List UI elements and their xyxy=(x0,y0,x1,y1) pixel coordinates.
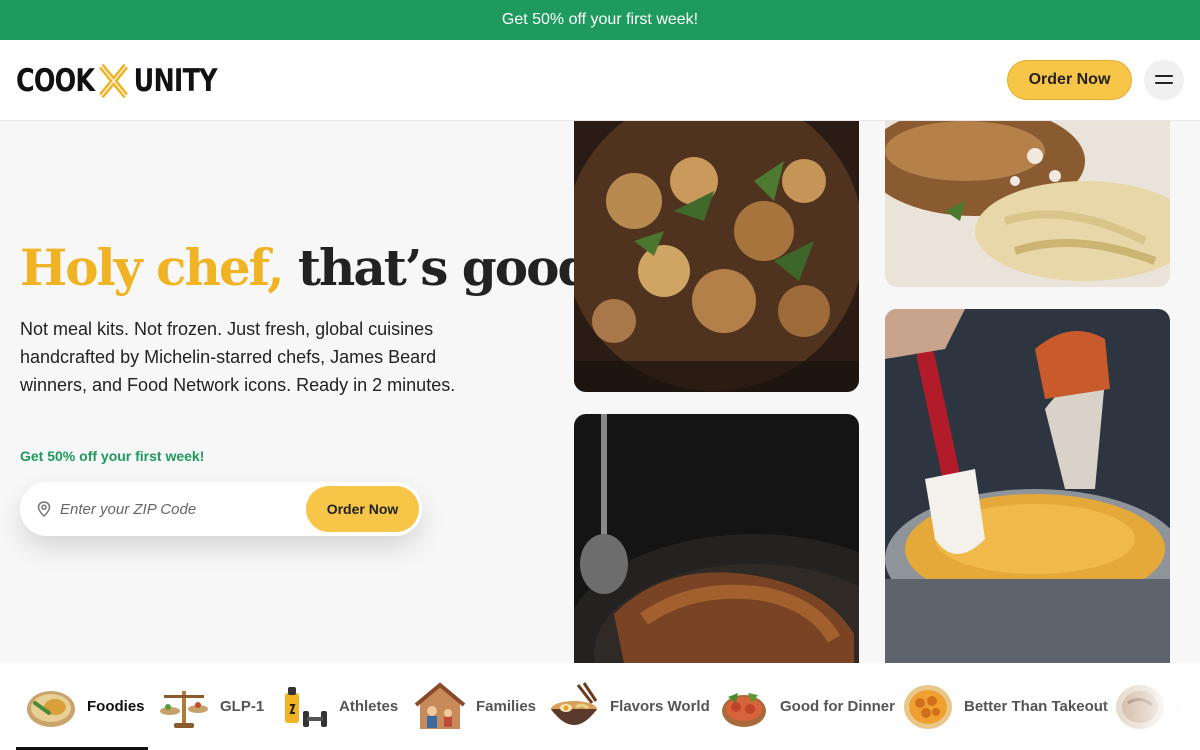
scale-balance-icon xyxy=(160,690,208,728)
category-label: Foodies xyxy=(87,698,145,715)
hero-title: Holy chef, that’s good xyxy=(20,238,593,297)
hamburger-menu-icon xyxy=(1155,75,1173,84)
food-photo-skillet-chicken xyxy=(574,414,859,663)
family-house-icon xyxy=(414,681,466,729)
category-label: Families xyxy=(476,698,537,715)
category-good-for-dinner[interactable]: Good for Dinner xyxy=(718,663,895,750)
dumbbell-drink-icon xyxy=(285,686,327,727)
category-flavors-world[interactable]: Flavors World xyxy=(548,663,710,750)
zip-order-now-button[interactable]: Order Now xyxy=(306,486,419,532)
zip-order-now-label: Order Now xyxy=(326,501,399,517)
category-foodies[interactable]: Foodies xyxy=(25,663,145,750)
zip-code-input[interactable] xyxy=(60,496,290,522)
category-label: GLP-1 xyxy=(220,698,265,715)
map-pin-icon xyxy=(37,501,51,517)
food-photo-cheese-sauce xyxy=(885,309,1170,663)
dinner-bowl-icon xyxy=(722,692,766,727)
menu-button[interactable] xyxy=(1144,60,1184,100)
category-bar: Foodies GLP-1 Athletes Families Flavors … xyxy=(0,663,1200,750)
header-order-now-label: Order Now xyxy=(1028,71,1111,88)
category-label: Flavors World xyxy=(610,698,710,715)
ramen-bowl-icon xyxy=(551,681,598,725)
hero-promo-note: Get 50% off your first week! xyxy=(20,448,205,464)
category-scroll-fade xyxy=(1100,663,1200,750)
cookunity-logo[interactable]: COOK UNITY xyxy=(16,63,218,99)
hero-title-rest: that’s good xyxy=(297,238,593,297)
hero-description: Not meal kits. Not frozen. Just fresh, g… xyxy=(20,319,456,395)
category-label: Athletes xyxy=(339,698,399,715)
takeout-plate-icon xyxy=(904,684,952,729)
hero-title-accent: Holy chef, xyxy=(20,238,284,297)
foodies-plate-icon xyxy=(27,690,75,727)
logo-x-icon xyxy=(99,64,129,98)
promo-banner-text: Get 50% off your first week! xyxy=(501,11,699,28)
category-label: Good for Dinner xyxy=(780,698,895,715)
logo-word-right: UNITY xyxy=(133,63,218,99)
site-header: COOK UNITY Order Now xyxy=(0,40,1200,121)
category-glp-1[interactable]: GLP-1 xyxy=(158,663,264,750)
category-families[interactable]: Families xyxy=(414,663,536,750)
food-photo-potatoes xyxy=(574,121,859,392)
category-label: Better Than Takeout xyxy=(964,698,1108,715)
header-order-now-button[interactable]: Order Now xyxy=(1007,60,1132,100)
zip-code-form: Order Now xyxy=(20,482,422,536)
logo-word-left: COOK xyxy=(16,63,95,99)
category-better-than-takeout[interactable]: Better Than Takeout xyxy=(902,663,1108,750)
category-athletes[interactable]: Athletes xyxy=(277,663,398,750)
food-photo-pasta xyxy=(885,121,1170,287)
promo-banner[interactable]: Get 50% off your first week! xyxy=(0,0,1200,40)
